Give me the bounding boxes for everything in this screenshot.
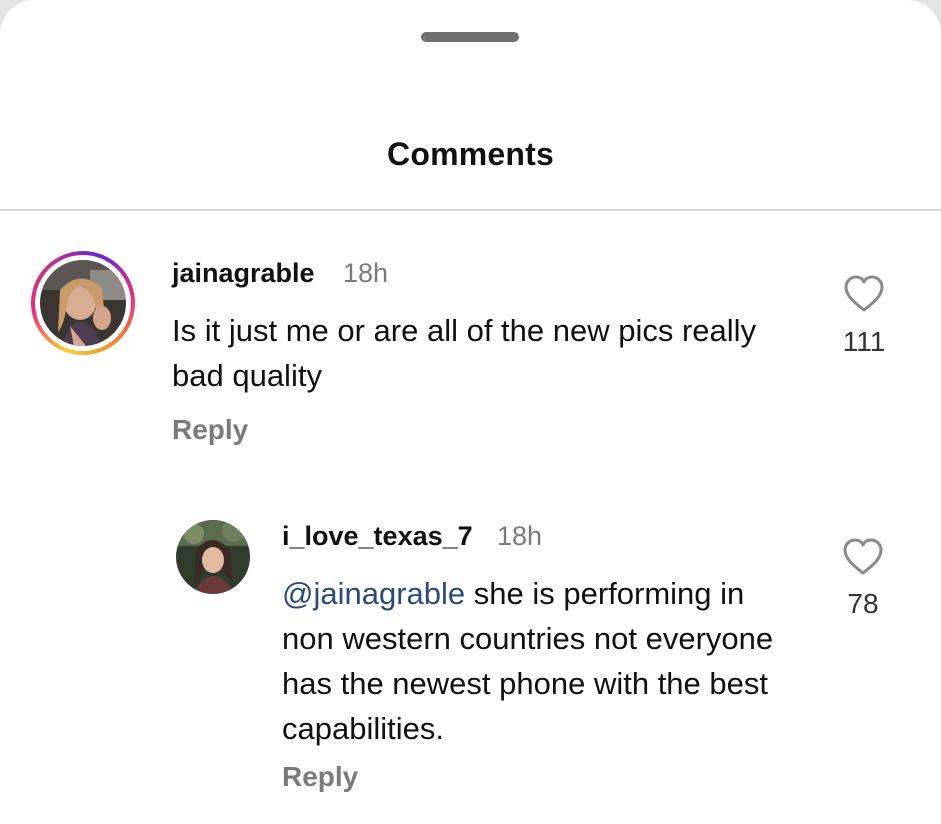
like-count: 78 [847, 588, 879, 619]
comments-sheet: Comments jainagrable 18h Is it just me o… [0, 0, 941, 824]
comment-text: Is it just me or are all of the new pics… [172, 308, 792, 398]
reply-button[interactable]: Reply [172, 414, 248, 446]
comment-username[interactable]: i_love_texas_7 [282, 521, 473, 552]
drag-handle[interactable] [421, 32, 519, 42]
comment-timestamp: 18h [343, 258, 389, 288]
comment-timestamp: 18h [497, 521, 543, 551]
like-count: 111 [842, 326, 886, 357]
reply-button[interactable]: Reply [282, 761, 358, 793]
avatar [40, 260, 126, 346]
sheet-title: Comments [387, 136, 554, 172]
comment-username[interactable]: jainagrable [172, 258, 315, 289]
heart-outline-icon[interactable] [843, 275, 885, 313]
header-divider [0, 209, 941, 211]
avatar[interactable] [176, 520, 250, 594]
mention-link[interactable]: @jainagrable [282, 576, 465, 611]
comment-text: @jainagrable she is performing in non we… [282, 571, 802, 751]
story-ring[interactable] [31, 251, 135, 355]
comment-body: Is it just me or are all of the new pics… [172, 313, 757, 393]
heart-outline-icon[interactable] [842, 538, 884, 576]
